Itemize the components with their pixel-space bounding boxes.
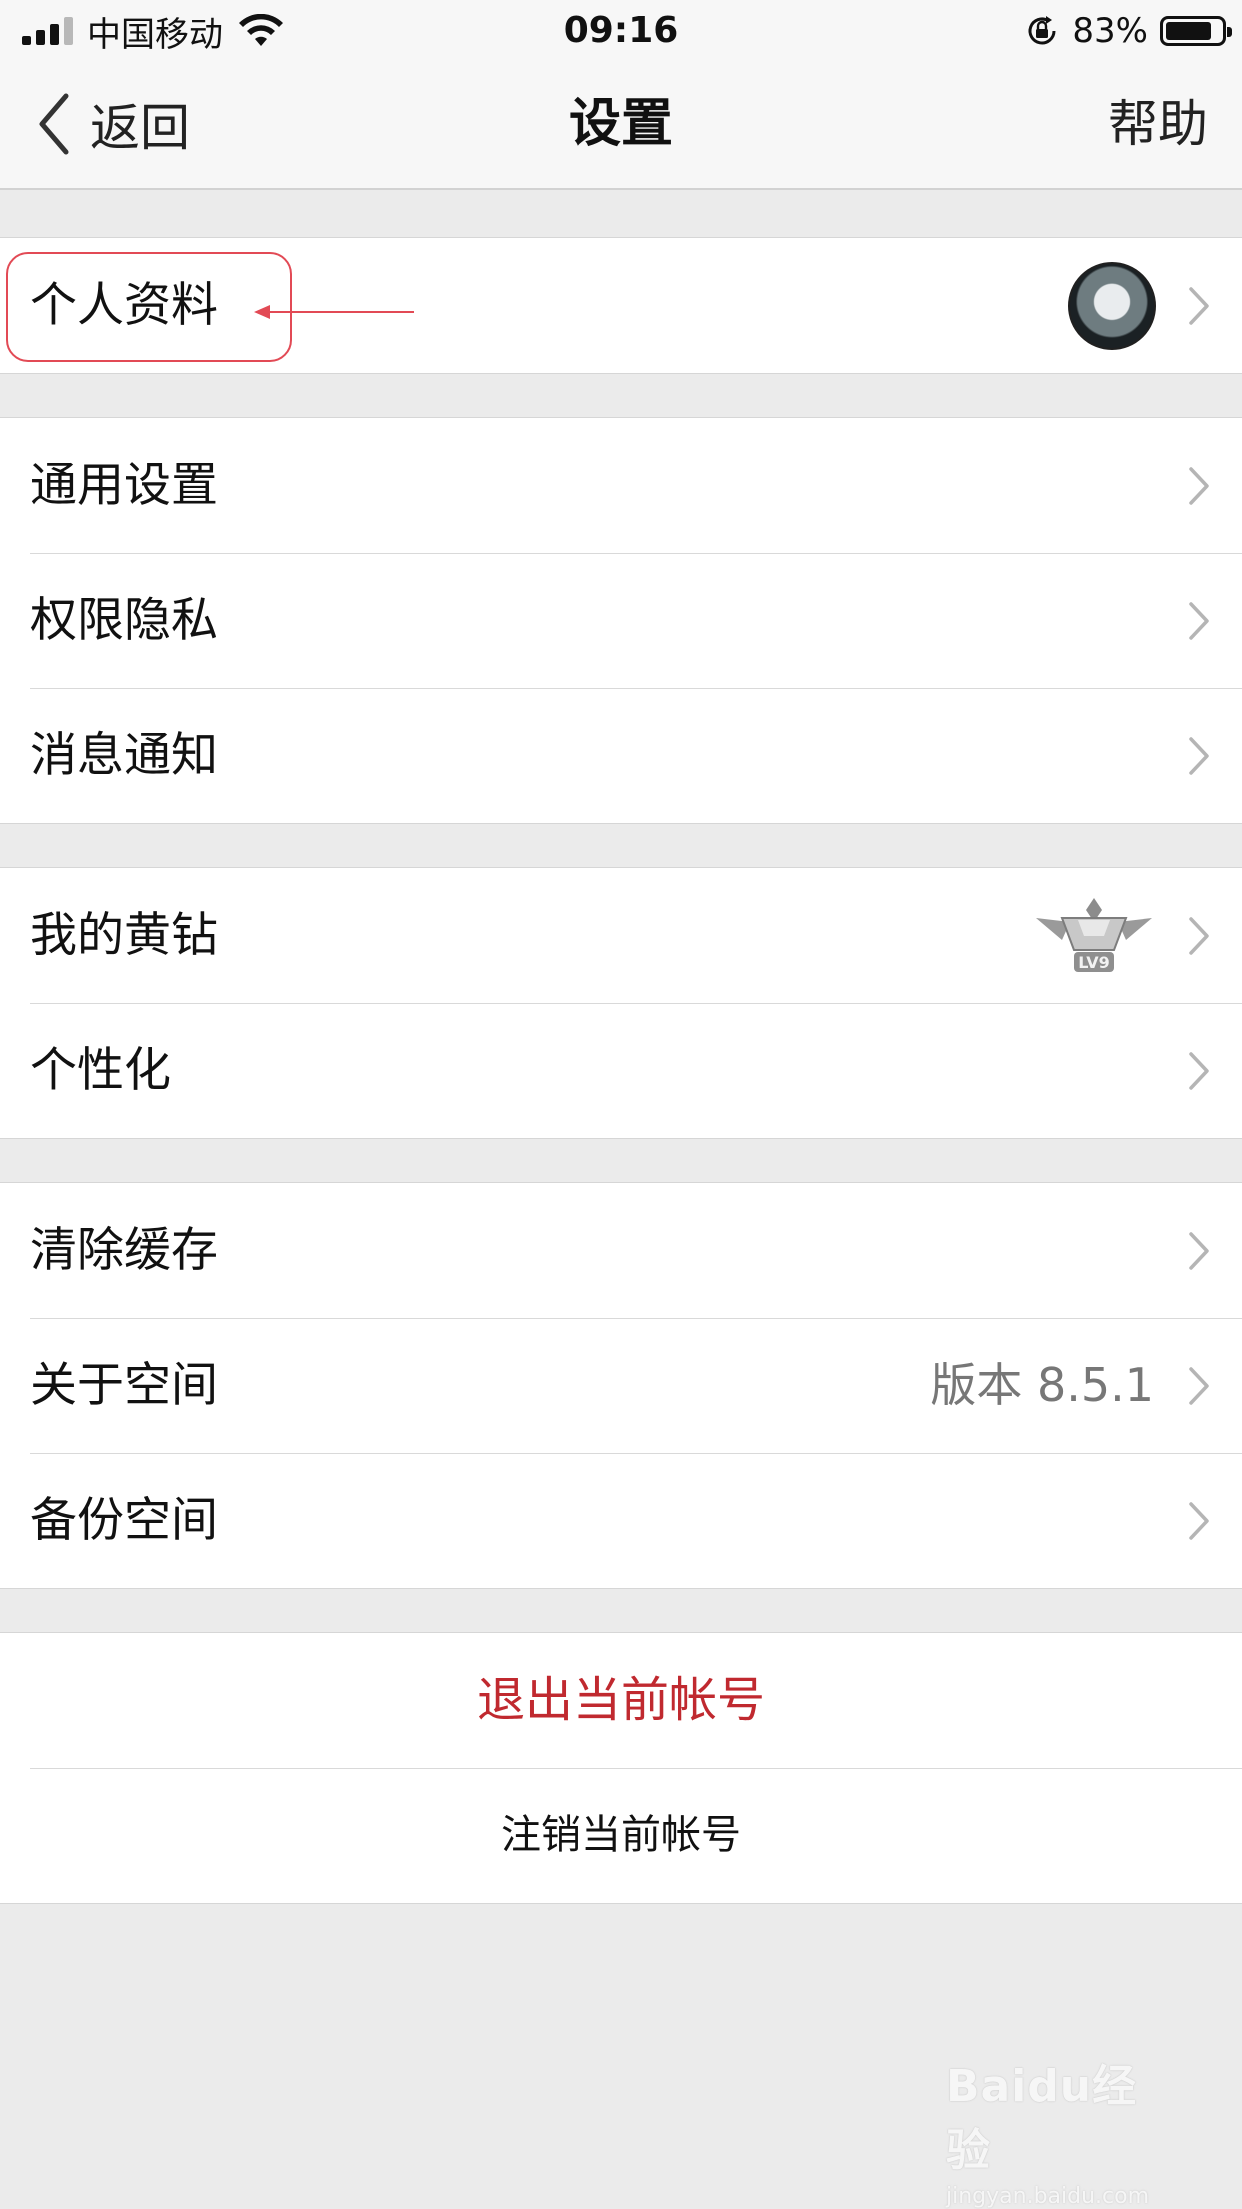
notifications-label: 消息通知 — [30, 728, 218, 783]
page-title: 设置 — [568, 94, 673, 154]
chevron-right-icon — [1189, 467, 1209, 505]
chevron-right-icon — [1189, 1367, 1209, 1405]
list-item-privacy[interactable]: 权限隐私 — [0, 553, 1242, 688]
chevron-right-icon — [1189, 1232, 1209, 1270]
general-group: 通用设置 权限隐私 消息通知 — [0, 417, 1242, 824]
list-item-about[interactable]: 关于空间 版本 8.5.1 — [0, 1318, 1242, 1453]
general-settings-label: 通用设置 — [30, 458, 218, 513]
deactivate-row[interactable]: 注销当前帐号 — [0, 1768, 1242, 1903]
chevron-right-icon — [1189, 287, 1209, 325]
backup-label: 备份空间 — [30, 1493, 218, 1548]
account-group: 退出当前帐号 注销当前帐号 — [0, 1632, 1242, 1904]
battery-icon — [1160, 16, 1232, 46]
rotation-lock-icon — [1028, 16, 1056, 45]
list-item-yellow-diamond[interactable]: 我的黄钻 LV9 — [0, 868, 1242, 1003]
clear-cache-label: 清除缓存 — [30, 1223, 218, 1278]
annotation-arrow-icon — [254, 305, 414, 319]
annotation-highlight-box — [6, 252, 292, 362]
status-bar: 中国移动 09:16 83% — [0, 0, 1242, 62]
battery-nub — [1227, 27, 1232, 37]
chevron-right-icon — [1189, 737, 1209, 775]
yellow-diamond-label: 我的黄钻 — [30, 908, 218, 963]
logout-button[interactable]: 退出当前帐号 — [0, 1633, 1242, 1768]
vip-level-badge-icon: LV9 — [1036, 898, 1152, 972]
status-right: 83% — [1024, 10, 1232, 52]
chevron-right-icon — [1189, 602, 1209, 640]
chevron-right-icon — [1189, 917, 1209, 955]
nav-bar: 返回 设置 帮助 — [0, 62, 1242, 190]
about-label: 关于空间 — [30, 1358, 218, 1413]
chevron-right-icon — [1189, 1052, 1209, 1090]
system-group: 清除缓存 关于空间 版本 8.5.1 备份空间 — [0, 1182, 1242, 1589]
vip-group: 我的黄钻 LV9 个性化 — [0, 867, 1242, 1139]
list-item-personalize[interactable]: 个性化 — [0, 1003, 1242, 1138]
personalize-label: 个性化 — [30, 1043, 171, 1098]
privacy-label: 权限隐私 — [30, 593, 218, 648]
watermark: Baidu经验 jingyan.baidu.com — [946, 2050, 1176, 2209]
list-item-backup[interactable]: 备份空间 — [0, 1453, 1242, 1588]
list-item-clear-cache[interactable]: 清除缓存 — [0, 1183, 1242, 1318]
list-item-general-settings[interactable]: 通用设置 — [0, 418, 1242, 553]
deactivate-account-button[interactable]: 注销当前帐号 — [0, 1768, 1242, 1903]
version-value: 版本 8.5.1 — [930, 1358, 1154, 1412]
vip-level-text: LV9 — [1078, 953, 1110, 972]
avatar — [1068, 262, 1156, 350]
chevron-right-icon — [1189, 1502, 1209, 1540]
watermark-logo: Baidu经验 — [946, 2061, 1138, 2176]
battery-percent: 83% — [1072, 11, 1148, 51]
help-button[interactable]: 帮助 — [1108, 92, 1208, 156]
watermark-url: jingyan.baidu.com — [946, 2184, 1150, 2209]
battery-fill — [1166, 22, 1211, 40]
logout-row[interactable]: 退出当前帐号 — [0, 1633, 1242, 1768]
list-item-notifications[interactable]: 消息通知 — [0, 688, 1242, 823]
